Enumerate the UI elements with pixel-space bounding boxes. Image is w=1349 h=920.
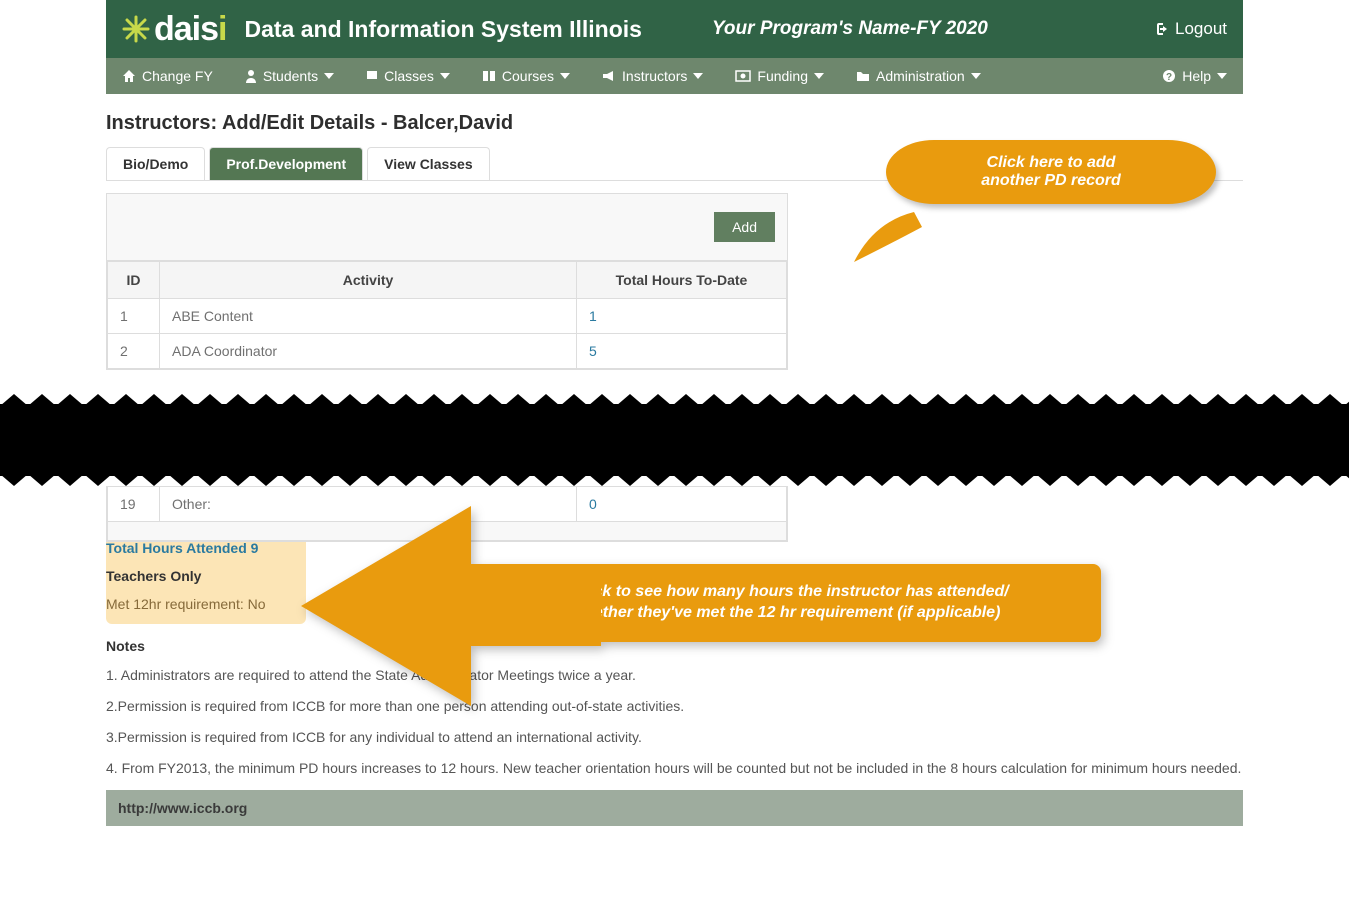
- col-id: ID: [108, 262, 160, 299]
- header-bar: daisi Data and Information System Illino…: [106, 0, 1243, 58]
- bullhorn-icon: [602, 70, 616, 82]
- svg-text:?: ?: [1166, 72, 1172, 83]
- nav-label: Change FY: [142, 68, 213, 84]
- nav-label: Administration: [876, 68, 965, 84]
- callout-text: Check to see how many hours the instruct…: [563, 583, 1008, 600]
- callout-text: Click here to add: [987, 154, 1116, 171]
- money-icon: [735, 70, 751, 82]
- nav-students[interactable]: Students: [229, 58, 350, 94]
- tab-bio-demo[interactable]: Bio/Demo: [106, 147, 205, 180]
- callout-text: whether they've met the 12 hr requiremen…: [572, 604, 1001, 621]
- add-button[interactable]: Add: [714, 212, 775, 242]
- book-icon: [482, 70, 496, 82]
- logout-label: Logout: [1175, 19, 1227, 39]
- help-icon: ?: [1162, 69, 1176, 83]
- callout-check-hours: Check to see how many hours the instruct…: [301, 564, 1101, 642]
- caret-icon: [324, 73, 334, 79]
- arrow-shape: Check to see how many hours the instruct…: [301, 564, 1101, 642]
- note-line: 4. From FY2013, the minimum PD hours inc…: [106, 759, 1243, 778]
- col-activity: Activity: [160, 262, 577, 299]
- cell-hours: 0: [577, 487, 787, 522]
- cell-hours: 5: [577, 334, 787, 369]
- logo-accent: i: [218, 10, 226, 49]
- caret-icon: [560, 73, 570, 79]
- nav-label: Funding: [757, 68, 808, 84]
- nav-help[interactable]: ? Help: [1146, 58, 1243, 94]
- tab-view-classes[interactable]: View Classes: [367, 147, 489, 180]
- caret-icon: [814, 73, 824, 79]
- cell-id: 2: [108, 334, 160, 369]
- logo-text: dais: [154, 10, 218, 49]
- nav-bar: Change FY Students Classes Courses Instr…: [106, 58, 1243, 94]
- logo: daisi: [122, 10, 227, 49]
- note-line: 1. Administrators are required to attend…: [106, 666, 1243, 685]
- page-title: Instructors: Add/Edit Details - Balcer,D…: [106, 112, 1243, 135]
- logo-icon: [122, 15, 150, 43]
- table-row: 1 ABE Content 1: [108, 299, 787, 334]
- callout-add-pd: Click here to add another PD record: [886, 140, 1216, 204]
- table-row: 2 ADA Coordinator 5: [108, 334, 787, 369]
- person-icon: [245, 69, 257, 83]
- logout-icon: [1153, 21, 1169, 37]
- app-title: Data and Information System Illinois: [245, 16, 642, 43]
- caret-icon: [693, 73, 703, 79]
- total-hours-attended: Total Hours Attended 9: [106, 540, 296, 556]
- nav-instructors[interactable]: Instructors: [586, 58, 719, 94]
- home-icon: [122, 69, 136, 83]
- footer-url: http://www.iccb.org: [106, 790, 1243, 826]
- hours-link[interactable]: 1: [589, 308, 597, 324]
- nav-label: Students: [263, 68, 318, 84]
- nav-label: Instructors: [622, 68, 687, 84]
- folder-icon: [856, 70, 870, 82]
- summary-box: Total Hours Attended 9 Teachers Only Met…: [106, 528, 306, 624]
- callout-tail: [854, 212, 914, 252]
- callout-bubble: Click here to add another PD record: [886, 140, 1216, 204]
- program-name: Your Program's Name-FY 2020: [712, 18, 988, 40]
- cell-activity: ADA Coordinator: [160, 334, 577, 369]
- nav-courses[interactable]: Courses: [466, 58, 586, 94]
- hours-link[interactable]: 5: [589, 343, 597, 359]
- teachers-only-label: Teachers Only: [106, 568, 296, 584]
- met-requirement: Met 12hr requirement: No: [106, 596, 296, 612]
- nav-classes[interactable]: Classes: [350, 58, 466, 94]
- nav-label: Classes: [384, 68, 434, 84]
- callout-text: another PD record: [981, 172, 1121, 189]
- logout-link[interactable]: Logout: [1153, 19, 1227, 39]
- cell-id: 19: [108, 487, 160, 522]
- nav-funding[interactable]: Funding: [719, 58, 840, 94]
- caret-icon: [971, 73, 981, 79]
- nav-change-fy[interactable]: Change FY: [106, 58, 229, 94]
- cell-activity: ABE Content: [160, 299, 577, 334]
- nav-label: Courses: [502, 68, 554, 84]
- pd-table-card: Add ID Activity Total Hours To-Date 1 AB…: [106, 193, 788, 370]
- cell-id: 1: [108, 299, 160, 334]
- table-toolbar: Add: [107, 194, 787, 261]
- pd-table: ID Activity Total Hours To-Date 1 ABE Co…: [107, 261, 787, 369]
- note-line: 2.Permission is required from ICCB for m…: [106, 697, 1243, 716]
- caret-icon: [440, 73, 450, 79]
- note-line: 3.Permission is required from ICCB for a…: [106, 728, 1243, 747]
- cell-hours: 1: [577, 299, 787, 334]
- page-tear-graphic: [0, 394, 1349, 486]
- nav-label: Help: [1182, 68, 1211, 84]
- caret-icon: [1217, 73, 1227, 79]
- arrow-head-icon: [301, 506, 601, 706]
- board-icon: [366, 69, 378, 83]
- col-hours: Total Hours To-Date: [577, 262, 787, 299]
- tab-prof-development[interactable]: Prof.Development: [209, 147, 363, 180]
- nav-administration[interactable]: Administration: [840, 58, 997, 94]
